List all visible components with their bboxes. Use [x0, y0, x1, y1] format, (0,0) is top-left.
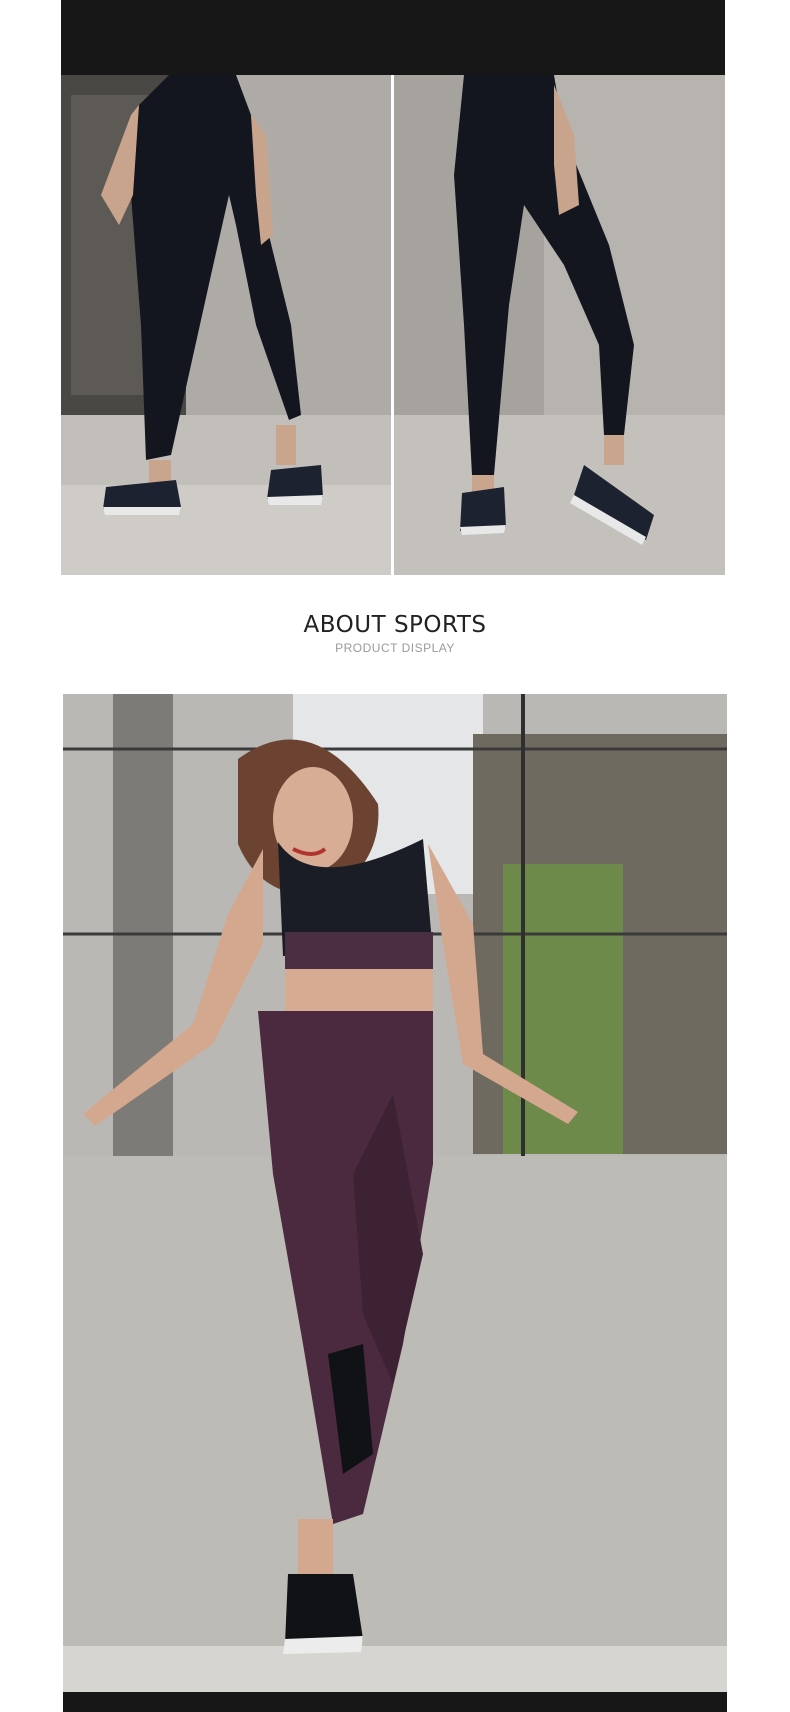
product-photo-pair	[61, 75, 725, 575]
hero-model-photo	[63, 694, 727, 1692]
section-title: ABOUT SPORTS	[303, 612, 487, 638]
section-heading: ABOUT SPORTS PRODUCT DISPLAY	[0, 610, 790, 656]
front-view-photo	[394, 75, 725, 575]
bottom-dark-band	[63, 1692, 727, 1712]
section-subtitle: PRODUCT DISPLAY	[335, 641, 455, 655]
back-view-photo	[61, 75, 391, 575]
top-dark-band	[61, 0, 725, 75]
